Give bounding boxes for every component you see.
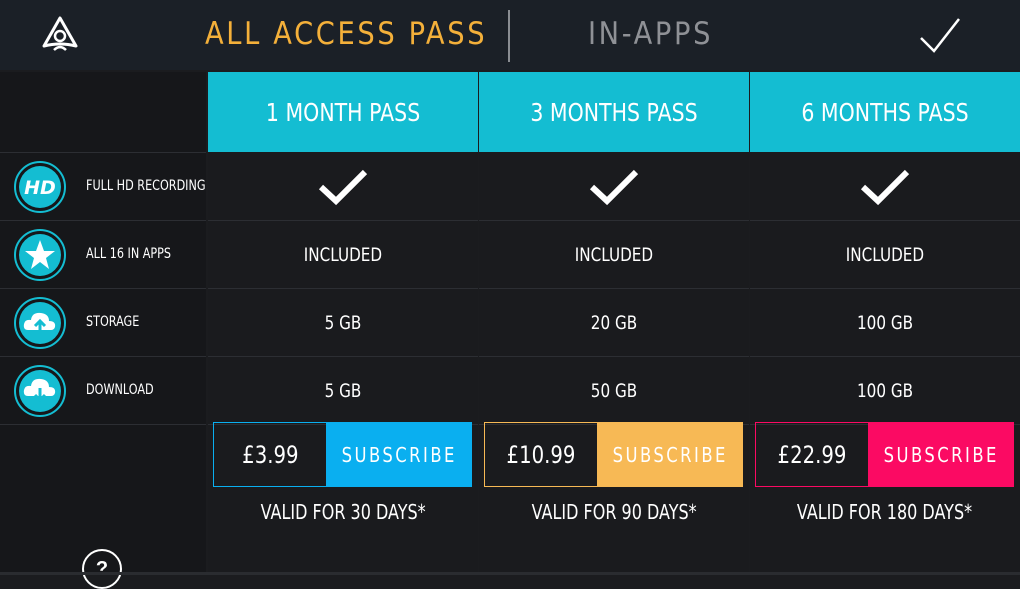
top-bar: ALL ACCESS PASS IN-APPS xyxy=(0,0,1020,70)
price-box: £3.99 xyxy=(213,422,327,487)
plan-title: 6 MONTHS PASS xyxy=(801,97,969,127)
plan-column-1-month: 1 MONTH PASS INCLUDED 5 GB 5 GB £3.99 SU… xyxy=(208,72,478,575)
subscribe-button[interactable]: SUBSCRIBE xyxy=(869,422,1014,487)
feature-row-storage: STORAGE xyxy=(0,289,206,356)
feature-row-hd: HD FULL HD RECORDING xyxy=(0,153,206,220)
cell-storage: 20 GB xyxy=(479,289,749,356)
storage-value: 5 GB xyxy=(324,311,362,334)
cell-apps: INCLUDED xyxy=(208,221,478,288)
help-label: ? xyxy=(95,557,109,580)
download-value: 50 GB xyxy=(590,379,638,402)
cloud-upload-icon xyxy=(14,297,66,349)
plan-column-3-months: 3 MONTHS PASS INCLUDED 20 GB 50 GB £10.9… xyxy=(479,72,749,575)
plan-column-6-months: 6 MONTHS PASS INCLUDED 100 GB 100 GB £22… xyxy=(750,72,1020,575)
tab-all-access-pass[interactable]: ALL ACCESS PASS xyxy=(205,14,487,54)
plan-title: 1 MONTH PASS xyxy=(265,97,421,127)
feature-row-download: DOWNLOAD xyxy=(0,357,206,424)
apps-value: INCLUDED xyxy=(845,243,925,266)
download-value: 100 GB xyxy=(856,379,914,402)
subscribe-label: SUBSCRIBE xyxy=(612,442,729,467)
plan-header: 3 MONTHS PASS xyxy=(479,72,749,152)
cell-storage: 100 GB xyxy=(750,289,1020,356)
subscribe-button[interactable]: SUBSCRIBE xyxy=(598,422,743,487)
price-box: £22.99 xyxy=(755,422,869,487)
check-icon xyxy=(860,169,910,205)
storage-value: 100 GB xyxy=(856,311,914,334)
cell-hd xyxy=(208,153,478,220)
help-icon[interactable]: ? xyxy=(82,549,122,589)
apps-value: INCLUDED xyxy=(574,243,654,266)
plan-title: 3 MONTHS PASS xyxy=(530,97,698,127)
purchase-group: £3.99 SUBSCRIBE xyxy=(213,422,472,489)
cell-apps: INCLUDED xyxy=(479,221,749,288)
cell-download: 100 GB xyxy=(750,357,1020,424)
logo-icon[interactable] xyxy=(40,14,80,54)
cell-download: 5 GB xyxy=(208,357,478,424)
plan-header: 1 MONTH PASS xyxy=(208,72,478,152)
cell-download: 50 GB xyxy=(479,357,749,424)
storage-value: 20 GB xyxy=(590,311,638,334)
feature-label: STORAGE xyxy=(86,314,140,330)
cell-hd xyxy=(750,153,1020,220)
check-icon xyxy=(589,169,639,205)
download-value: 5 GB xyxy=(324,379,362,402)
tab-in-apps[interactable]: IN-APPS xyxy=(588,14,713,54)
feature-label: DOWNLOAD xyxy=(86,382,154,398)
apps-value: INCLUDED xyxy=(303,243,383,266)
svg-text:HD: HD xyxy=(24,177,56,199)
price-box: £10.99 xyxy=(484,422,598,487)
feature-label: ALL 16 IN APPS xyxy=(86,246,172,262)
feature-row-apps: ALL 16 IN APPS xyxy=(0,221,206,288)
validity-note: VALID FOR 180 DAYS* xyxy=(750,497,1020,527)
purchase-group: £22.99 SUBSCRIBE xyxy=(755,422,1014,489)
plan-header: 6 MONTHS PASS xyxy=(750,72,1020,152)
validity-note: VALID FOR 90 DAYS* xyxy=(479,497,749,527)
feature-label: FULL HD RECORDING xyxy=(86,178,206,194)
price-value: £10.99 xyxy=(506,440,576,469)
purchase-group: £10.99 SUBSCRIBE xyxy=(484,422,743,489)
subscribe-button[interactable]: SUBSCRIBE xyxy=(327,422,472,487)
star-icon xyxy=(14,229,66,281)
tab-divider xyxy=(508,10,510,62)
subscribe-label: SUBSCRIBE xyxy=(341,442,458,467)
validity-text: VALID FOR 180 DAYS* xyxy=(797,500,973,524)
checkmark-icon[interactable] xyxy=(918,16,962,56)
cell-storage: 5 GB xyxy=(208,289,478,356)
validity-text: VALID FOR 30 DAYS* xyxy=(260,500,426,524)
cell-hd xyxy=(479,153,749,220)
check-icon xyxy=(318,169,368,205)
validity-note: VALID FOR 30 DAYS* xyxy=(208,497,478,527)
validity-text: VALID FOR 90 DAYS* xyxy=(531,500,697,524)
price-value: £22.99 xyxy=(777,440,847,469)
feature-column: HD FULL HD RECORDING ALL 16 IN APPS STOR… xyxy=(0,72,206,589)
hd-icon: HD xyxy=(14,161,66,213)
cell-apps: INCLUDED xyxy=(750,221,1020,288)
price-value: £3.99 xyxy=(241,440,299,469)
cloud-download-icon xyxy=(14,365,66,417)
subscribe-label: SUBSCRIBE xyxy=(883,442,1000,467)
